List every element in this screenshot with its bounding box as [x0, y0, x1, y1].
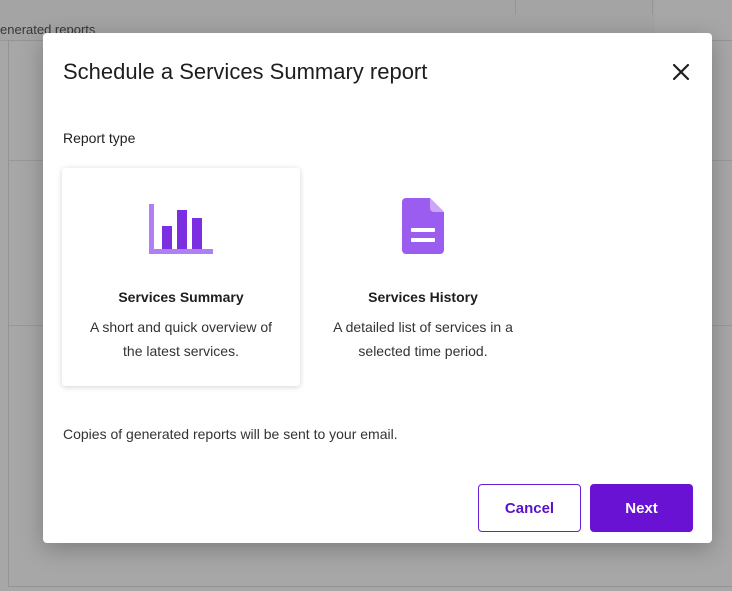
bar-chart-icon: [149, 204, 213, 254]
report-type-label: Report type: [63, 130, 136, 146]
close-button[interactable]: [666, 57, 696, 87]
schedule-report-dialog: Schedule a Services Summary report Repor…: [43, 33, 712, 543]
report-option-title: Services Summary: [118, 289, 244, 305]
report-option-description: A short and quick overview of the latest…: [76, 315, 286, 363]
description-line: A detailed list of services in a: [333, 319, 513, 335]
report-option-services-history[interactable]: Services History A detailed list of serv…: [304, 168, 542, 386]
next-button[interactable]: Next: [590, 484, 693, 532]
description-line: A short and quick overview of: [89, 319, 273, 335]
cancel-button[interactable]: Cancel: [478, 484, 581, 532]
report-option-services-summary[interactable]: Services Summary A short and quick overv…: [62, 168, 300, 386]
dialog-title: Schedule a Services Summary report: [63, 59, 428, 84]
close-icon: [672, 63, 690, 81]
report-option-title: Services History: [368, 289, 478, 305]
email-notice: Copies of generated reports will be sent…: [63, 426, 398, 442]
report-option-description: A detailed list of services in a selecte…: [318, 315, 528, 363]
description-line: selected time period.: [358, 343, 488, 359]
document-icon: [402, 198, 444, 254]
description-line: the latest services.: [123, 343, 239, 359]
